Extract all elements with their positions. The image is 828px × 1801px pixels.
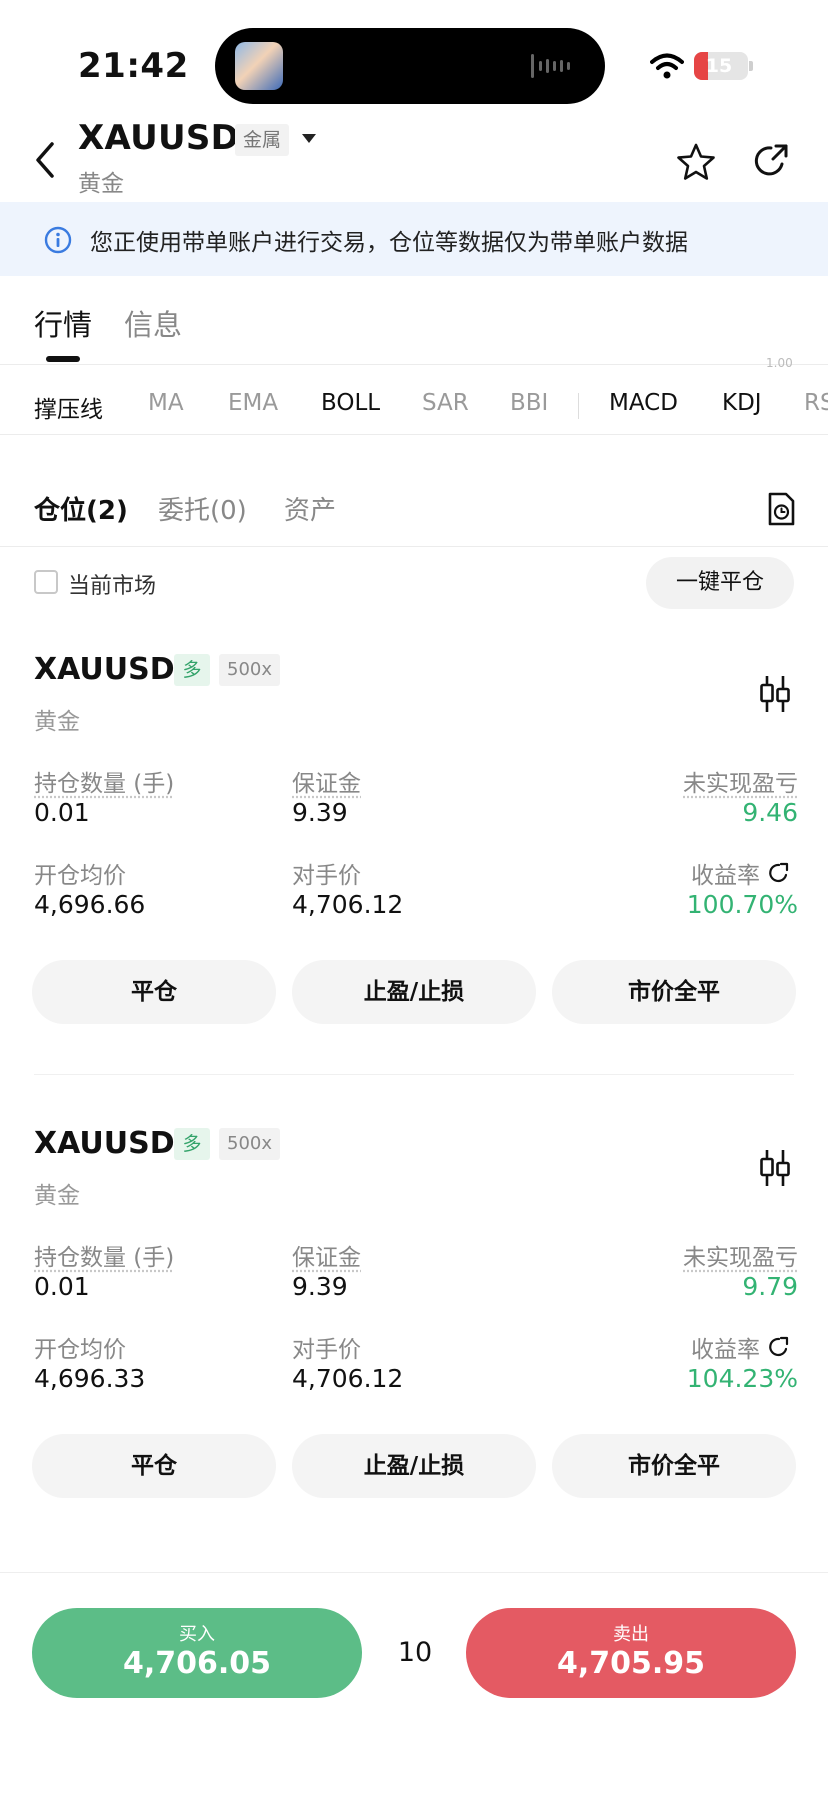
indicator-ma[interactable]: MA bbox=[148, 390, 184, 416]
avg-open-label: 开仓均价 bbox=[34, 863, 126, 889]
market-close-all-button[interactable]: 市价全平 bbox=[552, 1434, 796, 1498]
quantity-label: 持仓数量 (手) bbox=[34, 771, 175, 797]
indicator-rsi[interactable]: RS bbox=[804, 390, 828, 416]
wifi-icon bbox=[650, 53, 684, 79]
tp-sl-button[interactable]: 止盈/止损 bbox=[292, 1434, 536, 1498]
category-badge: 金属 bbox=[235, 124, 290, 156]
margin-value: 9.39 bbox=[292, 1272, 348, 1301]
leverage-badge: 500x bbox=[219, 654, 281, 686]
battery-tip bbox=[749, 61, 753, 71]
indicator-macd[interactable]: MACD bbox=[609, 390, 678, 416]
return-rate-value: 100.70% bbox=[686, 890, 798, 919]
tab-info[interactable]: 信息 bbox=[124, 302, 182, 344]
caret-down-icon[interactable] bbox=[302, 134, 316, 143]
sell-label: 卖出 bbox=[613, 1624, 649, 1645]
indicator-kdj[interactable]: KDJ bbox=[722, 390, 762, 416]
close-all-button[interactable]: 一键平仓 bbox=[646, 557, 794, 609]
position-symbol[interactable]: XAUUSD bbox=[34, 652, 175, 687]
margin-label: 保证金 bbox=[292, 1245, 361, 1271]
upnl-value: 9.79 bbox=[742, 1272, 798, 1301]
close-position-button[interactable]: 平仓 bbox=[32, 960, 276, 1024]
divider bbox=[0, 546, 828, 547]
order-quantity[interactable]: 10 bbox=[380, 1637, 450, 1668]
upnl-label: 未实现盈亏 bbox=[683, 1245, 798, 1271]
order-history-icon[interactable] bbox=[766, 492, 796, 526]
return-rate-label: 收益率 bbox=[691, 1337, 760, 1363]
margin-value: 9.39 bbox=[292, 798, 348, 827]
divider bbox=[0, 434, 828, 435]
favorite-star-icon[interactable] bbox=[676, 142, 716, 182]
upnl-label: 未实现盈亏 bbox=[683, 771, 798, 797]
candlestick-chart-icon[interactable] bbox=[758, 674, 792, 714]
copy-trading-notice: 您正使用带单账户进行交易，仓位等数据仅为带单账户数据 bbox=[0, 202, 828, 276]
info-icon bbox=[44, 226, 72, 254]
quantity-value: 0.01 bbox=[34, 798, 90, 827]
status-bar: 21:42 15 bbox=[0, 0, 828, 120]
position-name: 黄金 bbox=[34, 709, 80, 735]
tp-sl-button[interactable]: 止盈/止损 bbox=[292, 960, 536, 1024]
position-side-badge: 多 bbox=[174, 1128, 210, 1160]
chart-axis-fragment: 1.00 bbox=[766, 356, 793, 370]
return-rate-value: 104.23% bbox=[686, 1364, 798, 1393]
battery-icon: 15 bbox=[694, 52, 748, 80]
trade-bar-divider bbox=[0, 1572, 828, 1573]
indicator-sar[interactable]: SAR bbox=[422, 390, 469, 416]
tab-market[interactable]: 行情 bbox=[34, 302, 92, 344]
battery-text: 15 bbox=[705, 55, 733, 77]
sell-button[interactable]: 卖出 4,705.95 bbox=[466, 1608, 796, 1698]
refresh-icon[interactable] bbox=[768, 1336, 790, 1358]
tab-positions[interactable]: 仓位(2) bbox=[34, 490, 128, 527]
avg-open-value: 4,696.33 bbox=[34, 1364, 146, 1393]
avg-open-label: 开仓均价 bbox=[34, 1337, 126, 1363]
card-divider bbox=[34, 1074, 794, 1075]
avg-open-value: 4,696.66 bbox=[34, 890, 146, 919]
position-name: 黄金 bbox=[34, 1183, 80, 1209]
status-time: 21:42 bbox=[78, 46, 189, 86]
position-side-badge: 多 bbox=[174, 654, 210, 686]
return-rate-label: 收益率 bbox=[691, 863, 760, 889]
dynamic-island[interactable] bbox=[215, 28, 605, 104]
position-symbol[interactable]: XAUUSD bbox=[34, 1126, 175, 1161]
tab-active-indicator bbox=[46, 356, 80, 362]
share-icon[interactable] bbox=[752, 142, 790, 180]
live-activity-avatar bbox=[235, 42, 283, 90]
buy-price: 4,706.05 bbox=[122, 1646, 272, 1681]
indicator-bbi[interactable]: BBI bbox=[510, 390, 548, 416]
divider bbox=[0, 364, 828, 365]
buy-button[interactable]: 买入 4,706.05 bbox=[32, 1608, 362, 1698]
counter-price-value: 4,706.12 bbox=[292, 890, 404, 919]
audio-wave-icon bbox=[531, 54, 570, 78]
counter-price-value: 4,706.12 bbox=[292, 1364, 404, 1393]
indicator-separator bbox=[578, 393, 579, 419]
back-icon[interactable] bbox=[30, 140, 64, 180]
tab-orders[interactable]: 委托(0) bbox=[158, 490, 247, 527]
symbol-title[interactable]: XAUUSD bbox=[78, 118, 239, 158]
indicator-support-resistance[interactable]: 撑压线 bbox=[34, 390, 103, 424]
market-close-all-button[interactable]: 市价全平 bbox=[552, 960, 796, 1024]
indicator-boll[interactable]: BOLL bbox=[321, 390, 380, 416]
position-card: XAUUSD 多 500x 黄金 持仓数量 (手) 0.01 保证金 9.39 … bbox=[0, 652, 828, 1072]
close-position-button[interactable]: 平仓 bbox=[32, 1434, 276, 1498]
tab-assets[interactable]: 资产 bbox=[284, 490, 336, 527]
quantity-label: 持仓数量 (手) bbox=[34, 1245, 175, 1271]
quantity-value: 0.01 bbox=[34, 1272, 90, 1301]
leverage-badge: 500x bbox=[219, 1128, 281, 1160]
counter-price-label: 对手价 bbox=[292, 863, 361, 889]
position-card: XAUUSD 多 500x 黄金 持仓数量 (手) 0.01 保证金 9.39 … bbox=[0, 1126, 828, 1546]
current-market-checkbox[interactable] bbox=[34, 570, 58, 594]
symbol-subtitle: 黄金 bbox=[78, 171, 124, 197]
current-market-label[interactable]: 当前市场 bbox=[68, 568, 156, 600]
sell-price: 4,705.95 bbox=[556, 1646, 706, 1681]
upnl-value: 9.46 bbox=[742, 798, 798, 827]
notice-text: 您正使用带单账户进行交易，仓位等数据仅为带单账户数据 bbox=[90, 230, 688, 256]
buy-label: 买入 bbox=[179, 1624, 215, 1645]
candlestick-chart-icon[interactable] bbox=[758, 1148, 792, 1188]
indicator-ema[interactable]: EMA bbox=[228, 390, 278, 416]
refresh-icon[interactable] bbox=[768, 862, 790, 884]
counter-price-label: 对手价 bbox=[292, 1337, 361, 1363]
margin-label: 保证金 bbox=[292, 771, 361, 797]
